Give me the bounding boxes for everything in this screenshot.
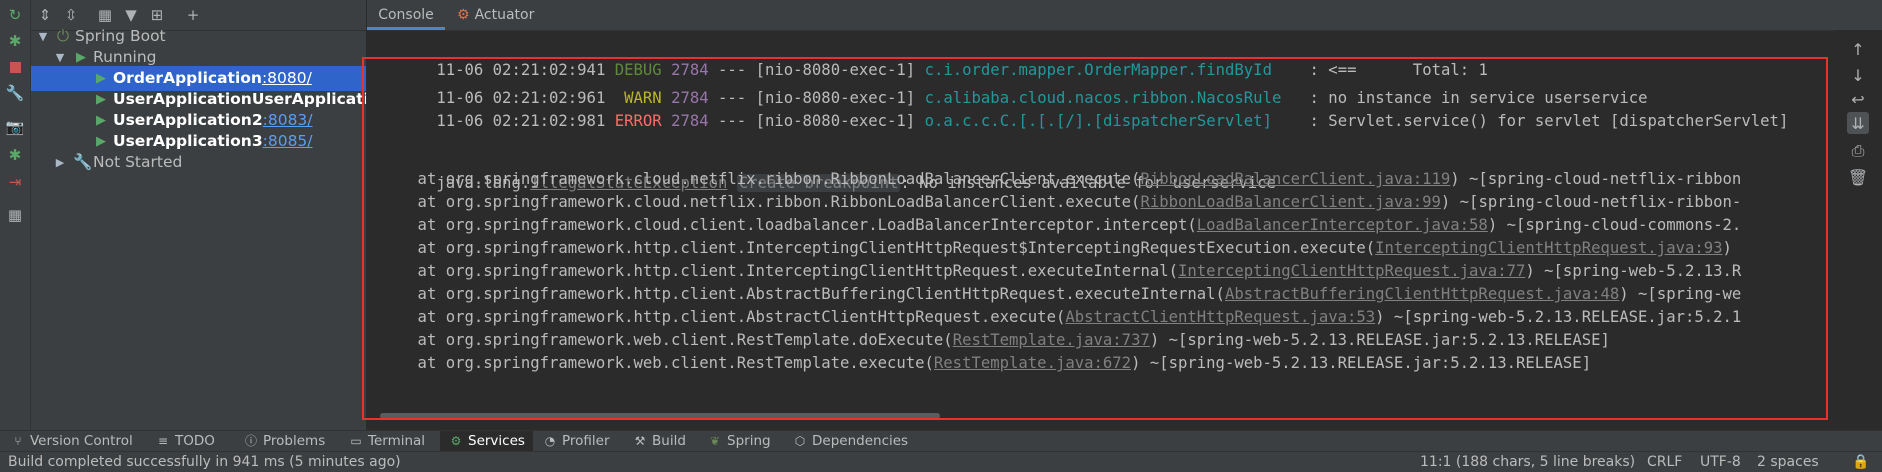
tab-profiler[interactable]: ◔ Profiler xyxy=(542,431,610,452)
tool-window-bar: ⑂ Version Control ≡ TODO ⓘ Problems ▭ Termin… xyxy=(0,430,1882,452)
left-tool-strip: ↻ ✱ 🔧 📷 ✱ ⇥ ▦ xyxy=(0,0,31,430)
arrow-up-icon[interactable]: ↑ xyxy=(1847,38,1869,60)
arrow-down-icon[interactable]: ↓ xyxy=(1847,64,1869,86)
services-tree-panel: ⇕ ⇳ ▦ ▼ ⊞ + ▼ ⏻ Spring Boot ▼ ▶ Running … xyxy=(31,0,367,430)
tree-node-not-started[interactable]: ▶ 🔧 Not Started xyxy=(31,150,366,175)
dependencies-icon: ⬡ xyxy=(794,434,806,448)
wrench-icon[interactable]: 🔧 xyxy=(6,84,25,102)
collapse-all-icon[interactable]: ⇳ xyxy=(61,5,81,25)
caret-position[interactable]: 11:1 (188 chars, 5 line breaks) xyxy=(1420,452,1635,472)
bug-settings-icon[interactable]: ✱ xyxy=(6,146,24,164)
print-icon[interactable]: ⎙ xyxy=(1847,140,1869,162)
build-icon: ⚒ xyxy=(634,434,646,448)
line-separator[interactable]: CRLF xyxy=(1647,452,1682,472)
status-bar: Build completed successfully in 941 ms (… xyxy=(0,451,1882,472)
tab-todo[interactable]: ≡ TODO xyxy=(155,431,215,452)
chevron-right-icon[interactable]: ▶ xyxy=(53,150,67,175)
tab-actuator[interactable]: ⚙ Actuator xyxy=(457,0,557,30)
version-control-icon: ⑂ xyxy=(14,434,22,448)
scroll-to-end-icon[interactable]: ⇊ xyxy=(1847,112,1869,134)
rerun-icon[interactable]: ↻ xyxy=(6,6,24,24)
actuator-icon: ⚙ xyxy=(457,7,470,23)
tab-dependencies[interactable]: ⬡ Dependencies xyxy=(792,431,908,452)
lock-icon[interactable]: 🔒 xyxy=(1852,452,1869,472)
add-service-icon[interactable]: + xyxy=(183,5,203,25)
expand-all-icon[interactable]: ⇕ xyxy=(35,5,55,25)
tab-terminal[interactable]: ▭ Terminal xyxy=(348,431,425,452)
tab-problems[interactable]: ⓘ Problems xyxy=(243,431,325,452)
stop-icon[interactable] xyxy=(6,58,24,76)
tab-version-control[interactable]: ⑂ Version Control xyxy=(10,431,132,452)
soft-wrap-icon[interactable]: ↩ xyxy=(1847,88,1869,110)
group-by-icon[interactable]: ▦ xyxy=(95,5,115,25)
tab-console[interactable]: Console xyxy=(367,0,445,30)
status-message[interactable]: Build completed successfully in 941 ms (… xyxy=(8,452,401,472)
services-icon: ⚙ xyxy=(450,434,462,448)
terminal-icon: ▭ xyxy=(350,434,362,448)
debug-icon[interactable]: ✱ xyxy=(6,32,24,50)
console-tab-bar: Console ⚙ Actuator xyxy=(367,0,1882,31)
tab-build[interactable]: ⚒ Build xyxy=(632,431,686,452)
tab-services[interactable]: ⚙ Services xyxy=(440,431,533,452)
filter-icon[interactable]: ▼ xyxy=(121,5,141,25)
highlight-box xyxy=(362,57,1828,420)
camera-icon[interactable]: 📷 xyxy=(6,118,25,136)
new-tab-icon[interactable]: ⊞ xyxy=(147,5,167,25)
console-right-toolbar: ↑ ↓ ↩ ⇊ ⎙ 🗑 xyxy=(1835,30,1882,430)
tab-spring[interactable]: ❦ Spring xyxy=(707,431,771,452)
file-encoding[interactable]: UTF-8 xyxy=(1700,452,1741,472)
todo-icon: ≡ xyxy=(157,434,169,448)
profiler-icon: ◔ xyxy=(544,434,556,448)
spring-icon: ❦ xyxy=(709,434,721,448)
problems-icon: ⓘ xyxy=(244,434,257,448)
exit-icon[interactable]: ⇥ xyxy=(6,173,24,191)
log-line: 11-06 02:21:02:941 DEBUG 2784 --- [nio-8… xyxy=(436,61,1488,79)
layout-icon[interactable]: ▦ xyxy=(6,206,24,224)
clear-all-icon[interactable]: 🗑 xyxy=(1847,166,1869,188)
wrench-icon: 🔧 xyxy=(73,153,93,171)
indent-setting[interactable]: 2 spaces xyxy=(1757,452,1819,472)
